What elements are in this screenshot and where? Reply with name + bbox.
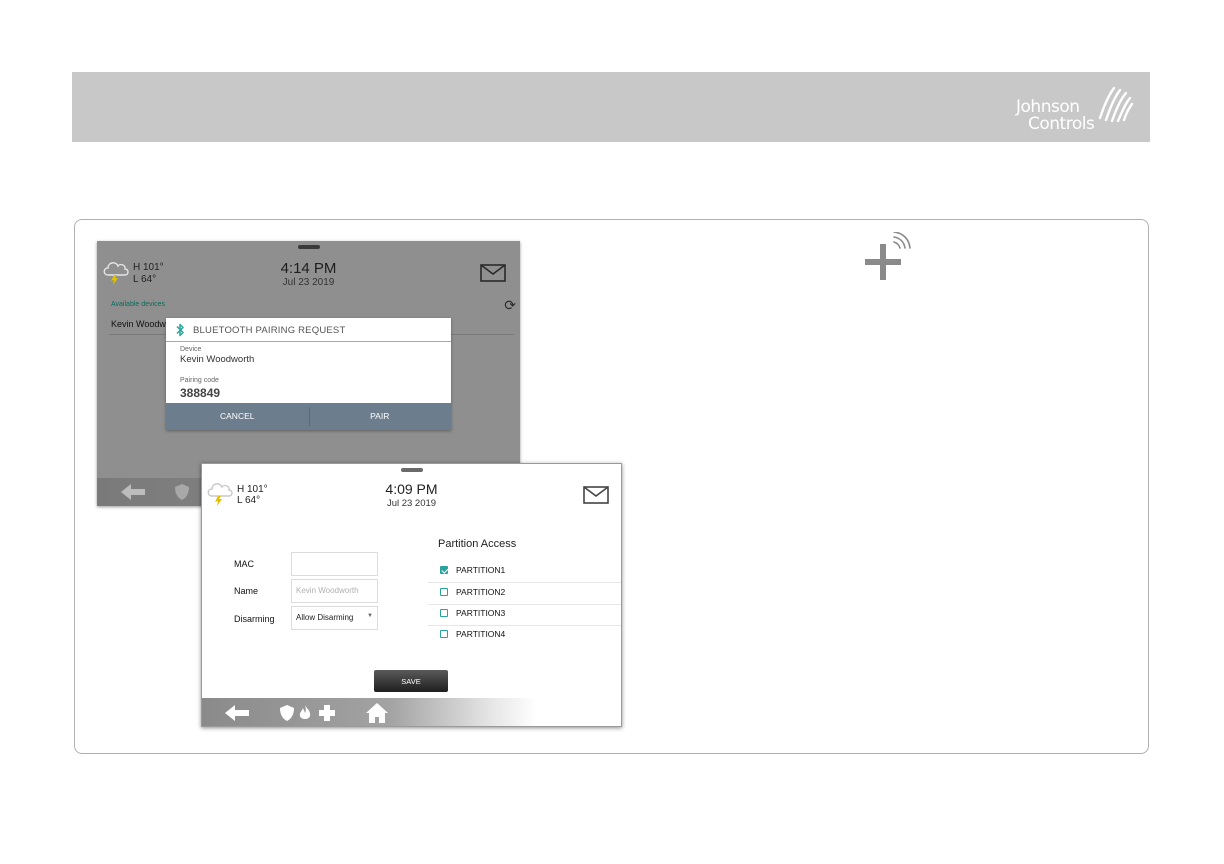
- partition-label: PARTITION2: [456, 587, 506, 597]
- clock-time: 4:09 PM: [385, 481, 438, 497]
- logo-mark-icon: [1098, 86, 1134, 123]
- disarming-selected-value: Allow Disarming: [296, 613, 354, 622]
- dialog-actions: CANCEL PAIR: [166, 403, 451, 430]
- mail-icon[interactable]: [583, 486, 609, 504]
- home-icon[interactable]: [366, 703, 388, 723]
- dialog-title-divider: [166, 341, 451, 342]
- drawer-grabber[interactable]: [400, 468, 423, 472]
- clock-date: Jul 23 2019: [282, 277, 335, 288]
- refresh-icon[interactable]: ⟳: [504, 297, 516, 314]
- cancel-button[interactable]: CANCEL: [166, 403, 309, 430]
- drawer-grabber[interactable]: [297, 245, 320, 249]
- device-name: Kevin Woodworth: [180, 354, 255, 365]
- name-input[interactable]: Kevin Woodworth: [291, 579, 378, 603]
- shield-icon[interactable]: [175, 484, 189, 500]
- disarming-label: Disarming: [234, 614, 275, 624]
- back-arrow-icon[interactable]: [121, 484, 145, 500]
- pair-button[interactable]: PAIR: [309, 403, 452, 430]
- name-label: Name: [234, 586, 259, 596]
- clock-time: 4:14 PM: [280, 260, 337, 277]
- available-devices-label: Available devices: [111, 301, 165, 308]
- chevron-down-icon: ▼: [367, 613, 373, 619]
- bottom-nav-bar: [202, 698, 621, 726]
- partition-row[interactable]: PARTITION3: [428, 604, 621, 626]
- pairing-code-label: Pairing code: [180, 377, 219, 384]
- partition2-checkbox[interactable]: [440, 588, 448, 596]
- partition4-checkbox[interactable]: [440, 630, 448, 638]
- partition3-checkbox[interactable]: [440, 609, 448, 617]
- bluetooth-pairing-dialog: BLUETOOTH PAIRING REQUEST Device Kevin W…: [166, 318, 451, 430]
- dialog-title: BLUETOOTH PAIRING REQUEST: [193, 325, 346, 336]
- partition-row[interactable]: PARTITION2: [428, 583, 621, 605]
- johnson-controls-logo: Johnson Controls: [1016, 84, 1136, 134]
- disarming-select[interactable]: Allow Disarming ▼: [291, 606, 378, 630]
- logo-wordmark-line2: Controls: [1028, 114, 1095, 134]
- pairing-code-value: 388849: [180, 386, 221, 400]
- partition-row[interactable]: PARTITION1: [428, 561, 621, 583]
- mac-input[interactable]: [291, 552, 378, 576]
- header-band: Johnson Controls: [72, 72, 1150, 142]
- partition-access-title: Partition Access: [438, 538, 517, 550]
- bluetooth-device-settings-screen: H 101° L 64° 4:09 PM Jul 23 2019 MAC Nam…: [201, 463, 622, 727]
- clock-date: Jul 23 2019: [386, 498, 437, 509]
- bluetooth-icon: [176, 323, 184, 337]
- back-arrow-icon[interactable]: [225, 705, 249, 721]
- partition-label: PARTITION4: [456, 629, 506, 639]
- partition-label: PARTITION1: [456, 565, 506, 575]
- medical-plus-icon[interactable]: [319, 705, 335, 721]
- save-button[interactable]: SAVE: [374, 670, 448, 692]
- add-wireless-device-icon: [865, 232, 911, 280]
- mail-icon[interactable]: [480, 264, 506, 282]
- fire-icon[interactable]: [299, 705, 311, 721]
- device-label: Device: [180, 346, 202, 353]
- mac-label: MAC: [234, 559, 254, 569]
- partition-row[interactable]: PARTITION4: [428, 625, 621, 646]
- partition-label: PARTITION3: [456, 608, 506, 618]
- partition1-checkbox[interactable]: [440, 566, 448, 574]
- device-list-item[interactable]: Kevin Woodworth: [111, 319, 171, 329]
- shield-icon[interactable]: [280, 705, 294, 721]
